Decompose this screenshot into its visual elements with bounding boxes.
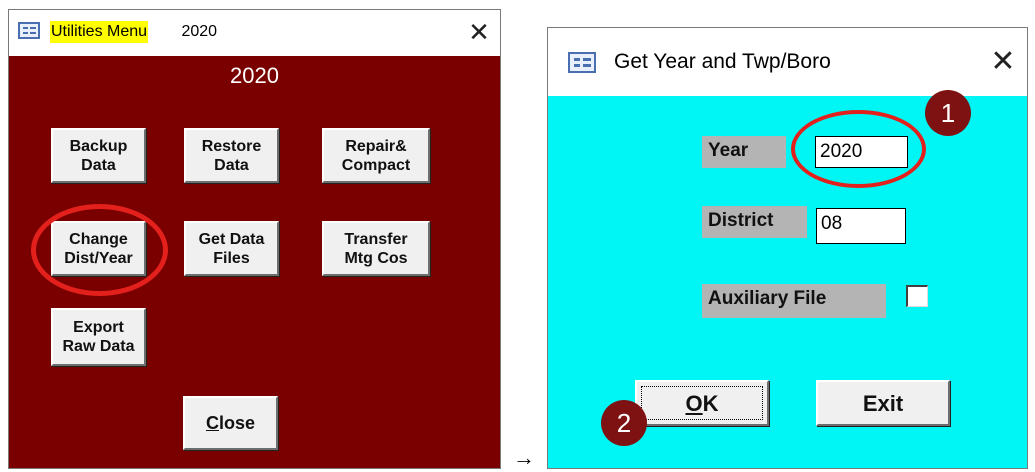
ok-accelerator: O	[685, 390, 703, 416]
transition-arrow: →	[513, 445, 535, 470]
transfer-mtg-cos-button[interactable]: Transfer Mtg Cos	[322, 221, 430, 276]
repair-compact-button[interactable]: Repair& Compact	[322, 128, 430, 183]
export-raw-data-button[interactable]: Export Raw Data	[51, 308, 146, 366]
form-icon	[568, 52, 596, 73]
district-input[interactable]: 08	[816, 208, 906, 244]
get-data-files-button[interactable]: Get Data Files	[184, 221, 279, 276]
year-highlight-ring	[791, 110, 926, 188]
dialog-title: Get Year and Twp/Boro	[614, 50, 831, 73]
change-button-highlight-ring	[31, 204, 168, 296]
restore-data-button[interactable]: Restore Data	[184, 128, 279, 183]
close-label: lose	[218, 412, 256, 433]
ok-button[interactable]: OK	[635, 380, 769, 426]
utilities-menu-window: Utilities Menu 2020 ✕ 2020 Backup Data R…	[8, 9, 501, 469]
step-2-badge: 2	[601, 400, 647, 446]
year-label: Year	[702, 136, 786, 168]
auxiliary-file-checkbox[interactable]	[906, 285, 928, 307]
district-label: District	[702, 206, 807, 238]
ok-label: K	[702, 390, 719, 416]
close-icon[interactable]: ✕	[464, 16, 494, 48]
exit-button[interactable]: Exit	[816, 380, 950, 426]
close-button[interactable]: Close	[183, 396, 278, 450]
utilities-title-year: 2020	[177, 23, 218, 40]
form-icon	[18, 22, 40, 39]
auxiliary-file-label: Auxiliary File	[702, 284, 886, 318]
close-accelerator: C	[205, 412, 219, 433]
backup-data-button[interactable]: Backup Data	[51, 128, 146, 183]
utilities-body: 2020 Backup Data Restore Data Repair& Co…	[9, 56, 500, 468]
utilities-title-highlighted: Utilities Menu	[50, 21, 149, 43]
utilities-heading: 2020	[230, 63, 279, 88]
dialog-title-bar: Get Year and Twp/Boro ✕	[548, 28, 1027, 96]
close-icon[interactable]: ✕	[986, 44, 1020, 80]
utilities-title-bar: Utilities Menu 2020 ✕	[9, 10, 500, 56]
step-1-badge: 1	[925, 90, 971, 136]
